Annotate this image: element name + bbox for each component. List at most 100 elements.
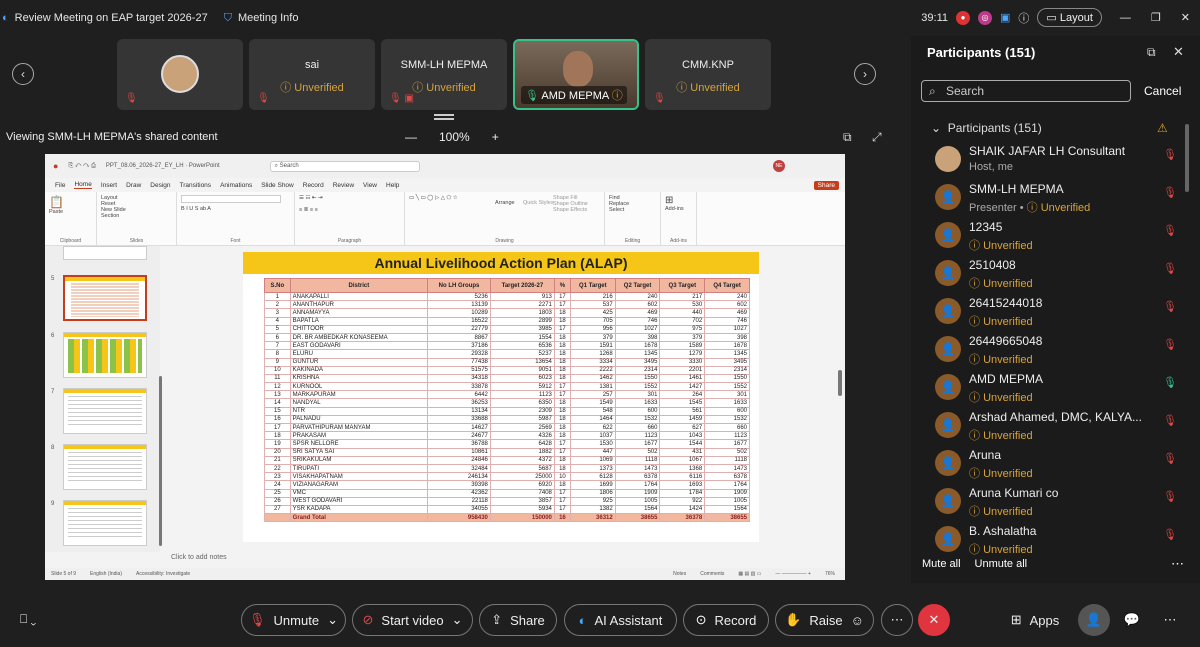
participant-item[interactable]: 👤 Aruna ⓘ Unverified 🎙 [935,446,1185,484]
info-icon[interactable]: ⓘ [1018,10,1029,26]
thumb-scrollbar[interactable] [159,376,162,546]
notes-icon[interactable]: ▣ [1000,11,1010,24]
menu-review[interactable]: Review [333,182,354,189]
more-button[interactable]: ⋯ [881,604,913,636]
table-cell: 1 [264,291,291,302]
start-video-button[interactable]: ⊘ Start video ⌄ [352,604,473,636]
close-panel-icon[interactable]: ✕ [1173,44,1184,60]
more-options-icon[interactable]: ⋯ [1171,556,1184,572]
menu-record[interactable]: Record [303,182,324,189]
strip-prev-button[interactable]: ‹ [12,63,34,85]
participant-item[interactable]: 👤 Aruna Kumari co ⓘ Unverified 🎙 [935,484,1185,522]
slide-thumb-selected[interactable] [63,275,147,321]
ribbon-drawing[interactable]: ▭ ╲ ▭ ◯ ▷ △ ⬠ ☆ Arrange Quick Styles Shape … [405,192,605,245]
notes-toggle[interactable]: Notes [673,571,686,577]
strip-next-button[interactable]: › [854,63,876,85]
video-tile[interactable]: CMM.KNP ⓘ Unverified 🎙 [645,39,771,110]
slide-thumb[interactable] [63,332,147,378]
zoom-in-button[interactable]: + [492,130,499,144]
user-icon: 👤 [940,456,956,470]
panel-scrollbar[interactable] [1185,124,1189,192]
ribbon-paragraph[interactable]: ☰ ☷ ⇤ ⇥ ≡ ≣ ≡ ≡ Paragraph [295,192,405,245]
cancel-search-button[interactable]: Cancel [1144,84,1181,98]
ribbon-slides[interactable]: Layout Reset New Slide Section Slides [97,192,177,245]
ribbon-addins[interactable]: ⊞ Add-ins Add-ins [661,192,697,245]
participants-section-header[interactable]: ⌄ Participants (151) [931,121,1042,135]
participant-item[interactable]: 👤 Arshad Ahamed, DMC, KALYA... ⓘ Unverifie… [935,408,1185,446]
participant-search-input[interactable]: ⌕ Search [921,80,1131,102]
menu-insert[interactable]: Insert [101,182,117,189]
zoom-slider[interactable]: — ─────── + [775,571,811,577]
ribbon-editing[interactable]: Find Replace Select Editing [605,192,661,245]
ribbon-clipboard[interactable]: 📋 Paste Clipboard [45,192,97,245]
meeting-info-button[interactable]: ⛉ Meeting Info [224,12,299,25]
participant-item[interactable]: 👤 SMM-LH MEPMA Presenter • ⓘ Unverified 🎙 [935,180,1185,218]
menu-draw[interactable]: Draw [126,182,141,189]
notes-area[interactable]: Click to add notes [171,554,227,561]
menu-design[interactable]: Design [150,182,170,189]
menu-slideshow[interactable]: Slide Show [261,182,294,189]
participant-item[interactable]: 👤 2510408 ⓘ Unverified 🎙 [935,256,1185,294]
table-cell: 1462 [569,373,616,384]
video-tile[interactable]: sai ⓘ Unverified 🎙 [249,39,375,110]
pop-out-icon[interactable]: ⧉ [843,130,852,145]
lock-icon[interactable]: ⚠ [1157,121,1168,135]
comments-toggle[interactable]: Comments [700,571,724,577]
zoom-out-button[interactable]: — [405,130,417,144]
layout-button[interactable]: ▭ Layout [1037,8,1102,27]
captions-icon[interactable]: ⎕ ⌄ [20,612,36,627]
close-window-icon[interactable]: ✕ [1181,11,1190,24]
participant-item[interactable]: 👤 26415244018 ⓘ Unverified 🎙 [935,294,1185,332]
participant-item[interactable]: 👤 12345 ⓘ Unverified 🎙 [935,218,1185,256]
participant-item[interactable]: SHAIK JAFAR LH Consultant Host, me 🎙 [935,142,1185,180]
record-button[interactable]: ⊙ Record [683,604,769,636]
table-cell: 1564 [614,504,661,515]
menu-file[interactable]: File [55,182,65,189]
share-button[interactable]: ⇪ Share [479,604,557,636]
slide-thumb[interactable] [63,246,147,260]
slide-thumb[interactable] [63,388,147,434]
table-cell: 34318 [427,373,491,384]
accessibility-status[interactable]: Accessibility: Investigate [136,571,190,577]
unmute-all-button[interactable]: Unmute all [975,558,1028,570]
raise-hand-button[interactable]: ✋ Raise ☺ [775,604,874,636]
participant-item[interactable]: 👤 B. Ashalatha ⓘ Unverified 🎙 [935,522,1185,560]
table-cell: 2569 [489,422,555,433]
slide-thumb[interactable] [63,444,147,490]
video-tile[interactable]: SMM-LH MEPMA ⓘ Unverified 🎙 ▣ [381,39,507,110]
participant-item[interactable]: 👤 AMD MEPMA ⓘ Unverified 🎙 [935,370,1185,408]
table-cell: 16 [264,414,291,425]
minimize-icon[interactable]: — [1120,12,1131,24]
ppt-search[interactable]: ⌕ Search [269,160,420,172]
mic-muted-icon: 🎙 [1163,301,1177,313]
ribbon-font[interactable]: B I U S ab A Font [177,192,295,245]
table-cell: 548 [569,406,616,416]
popout-panel-icon[interactable]: ⧉ [1147,45,1156,60]
mute-all-button[interactable]: Mute all [922,558,961,570]
apps-button[interactable]: ⊞ Apps [1002,604,1068,636]
leave-button[interactable]: ✕ [918,604,950,636]
view-icons[interactable]: ▦ ▤ ▥ ▭ [738,571,761,577]
strip-drag-handle[interactable] [434,114,454,120]
restore-icon[interactable]: ❐ [1151,11,1161,24]
more-panels-button[interactable]: ⋯ [1154,604,1186,636]
participants-button[interactable]: 👤 [1078,604,1110,636]
participant-item[interactable]: 👤 26449665048 ⓘ Unverified 🎙 [935,332,1185,370]
slide-canvas[interactable]: Annual Livelihood Action Plan (ALAP) S.N… [243,252,759,542]
chat-button[interactable]: 💬 [1116,604,1148,636]
alap-table: S.No District No LH Groups Target 2026-27% Q… [264,278,750,523]
menu-transitions[interactable]: Transitions [180,182,212,189]
menu-animations[interactable]: Animations [220,182,252,189]
unmute-button[interactable]: 🎙 Unmute ⌄ [241,604,346,636]
menu-help[interactable]: Help [386,182,399,189]
ppt-share-button[interactable]: Share [813,180,839,190]
slide-thumb[interactable] [63,500,147,546]
menu-view[interactable]: View [363,182,377,189]
shared-content[interactable]: ● ⎘ ↶ ↷ ⎙ PPT_08.06_2026-27_EY_LH · Powe… [45,154,845,580]
ai-assistant-button[interactable]: ◐ AI Assistant [564,604,677,636]
video-tile-active[interactable]: 🎙 AMD MEPMA ⓘ [513,39,639,110]
slide-scrollbar[interactable] [838,370,842,396]
video-tile[interactable]: 🎙 [117,39,243,110]
fullscreen-icon[interactable]: ⤢ [872,130,882,145]
menu-home[interactable]: Home [74,181,92,189]
